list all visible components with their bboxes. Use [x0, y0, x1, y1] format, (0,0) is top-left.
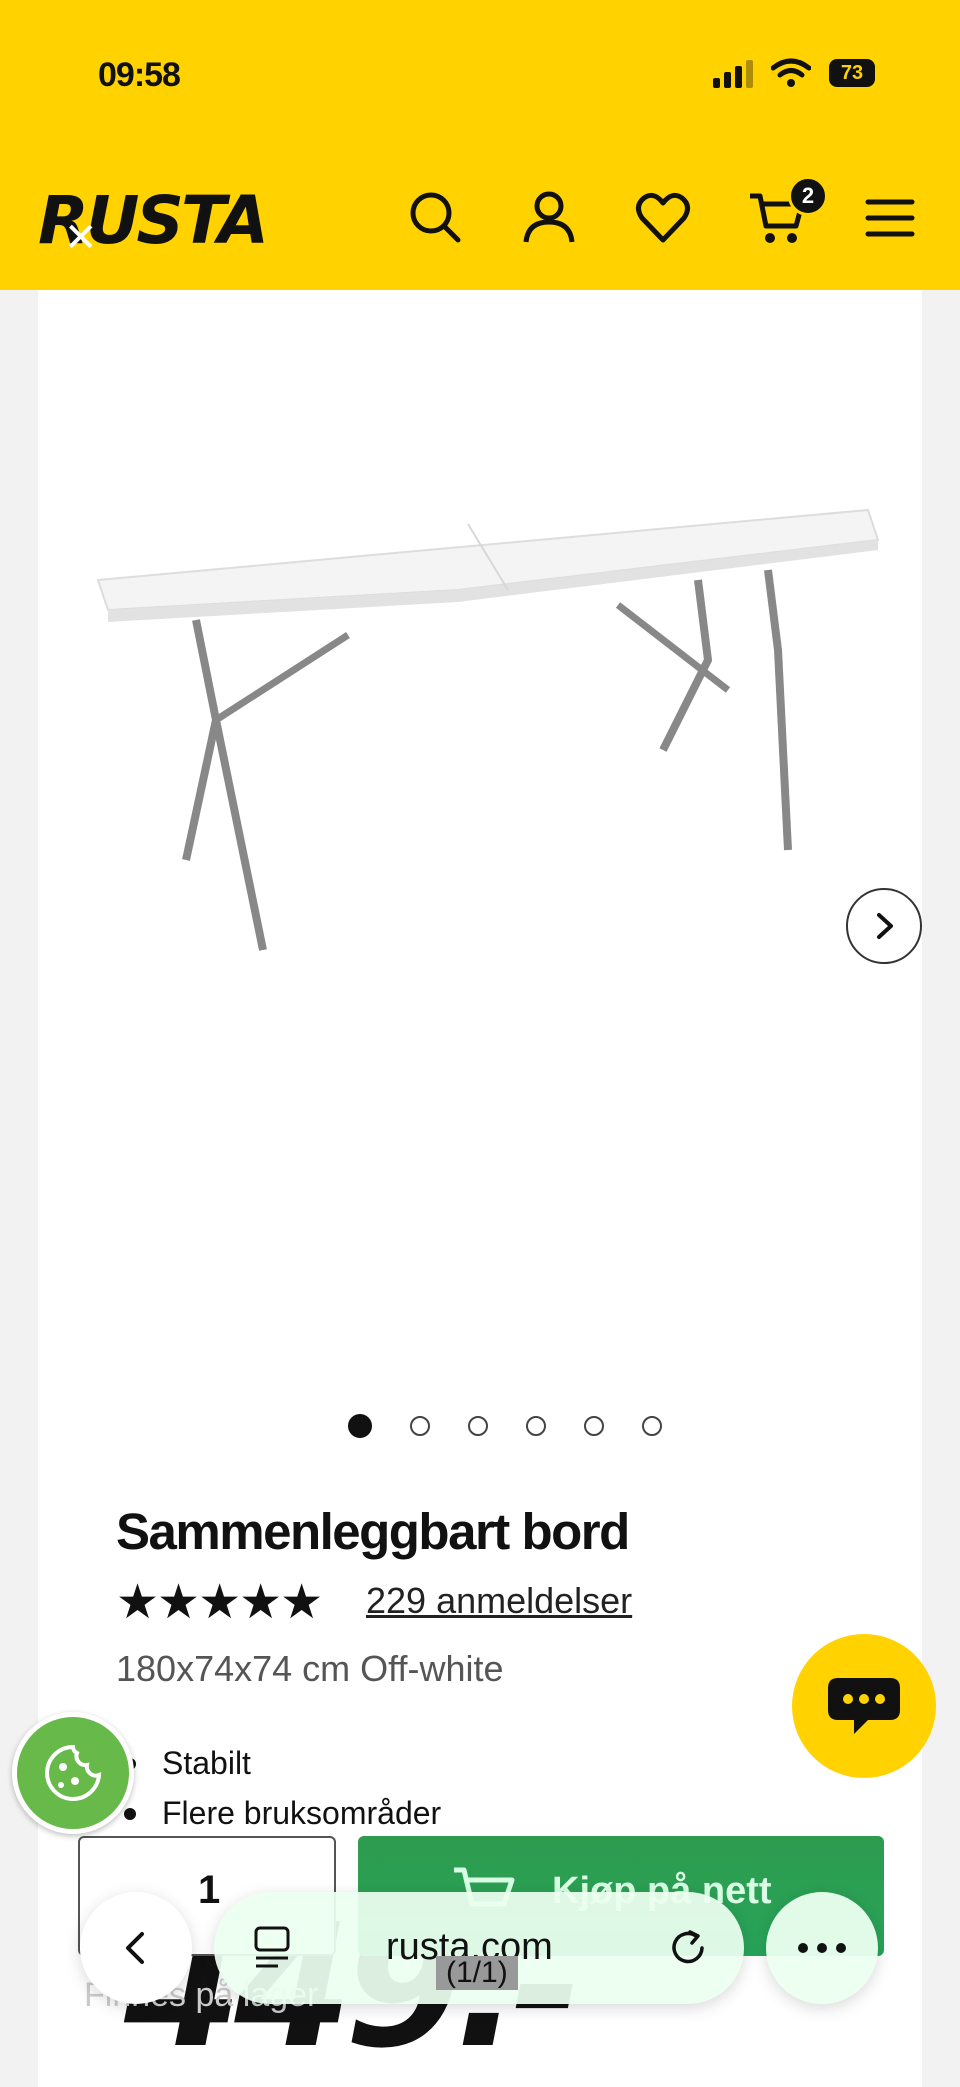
product-variant: 180x74x74 cm Off-white — [116, 1648, 504, 1689]
product-features: Stabilt Flere bruksområder — [116, 1738, 441, 1838]
feature-item: Stabilt — [116, 1738, 441, 1788]
next-image-button[interactable] — [846, 888, 922, 964]
chevron-left-icon — [126, 1932, 144, 1964]
signal-icon — [713, 58, 753, 88]
feature-item: Flere bruksområder — [116, 1788, 441, 1838]
product-image[interactable] — [88, 390, 928, 1170]
product-title: Sammenleggbart bord — [116, 1503, 630, 1560]
image-dot-3[interactable] — [468, 1416, 488, 1436]
menu-icon[interactable] — [864, 188, 916, 246]
status-time: 09:58 — [98, 56, 181, 94]
cookie-icon — [45, 1744, 102, 1801]
reload-icon[interactable] — [668, 1928, 708, 1968]
status-icons: 73 — [713, 58, 875, 88]
product-card: Sammenleggbart bord ★★★★★ 229 anmeldelse… — [38, 290, 922, 2087]
image-pagination — [348, 1414, 662, 1438]
reader-icon[interactable] — [252, 1926, 292, 1970]
image-dot-4[interactable] — [526, 1416, 546, 1436]
heart-icon[interactable] — [634, 188, 692, 246]
browser-back-button[interactable] — [80, 1892, 192, 2004]
close-icon[interactable]: ✕ — [64, 215, 98, 261]
image-dot-6[interactable] — [642, 1416, 662, 1436]
browser-more-button[interactable] — [766, 1892, 878, 2004]
browser-url-bar[interactable]: rusta.com (1/1) — [214, 1892, 744, 2004]
rating-stars: ★★★★★ — [116, 1576, 323, 1629]
image-dot-2[interactable] — [410, 1416, 430, 1436]
chat-button[interactable] — [792, 1634, 936, 1778]
top-header: 09:58 73 RUSTA ✕ 2 — [0, 0, 960, 290]
wifi-icon — [771, 58, 811, 87]
cookie-settings-button[interactable] — [12, 1712, 134, 1834]
user-icon[interactable] — [520, 188, 578, 246]
page-count: (1/1) — [436, 1956, 518, 1990]
image-dot-1[interactable] — [348, 1414, 372, 1438]
quantity-value[interactable]: 1 — [198, 1868, 220, 1913]
image-dot-5[interactable] — [584, 1416, 604, 1436]
chevron-right-icon — [877, 913, 893, 939]
chat-bubble-icon — [828, 1678, 900, 1734]
more-icon — [798, 1943, 846, 1953]
reviews-link[interactable]: 229 anmeldelser — [366, 1580, 632, 1622]
battery-indicator: 73 — [829, 59, 875, 87]
search-icon[interactable] — [406, 188, 464, 246]
cart-count-badge: 2 — [788, 176, 828, 216]
